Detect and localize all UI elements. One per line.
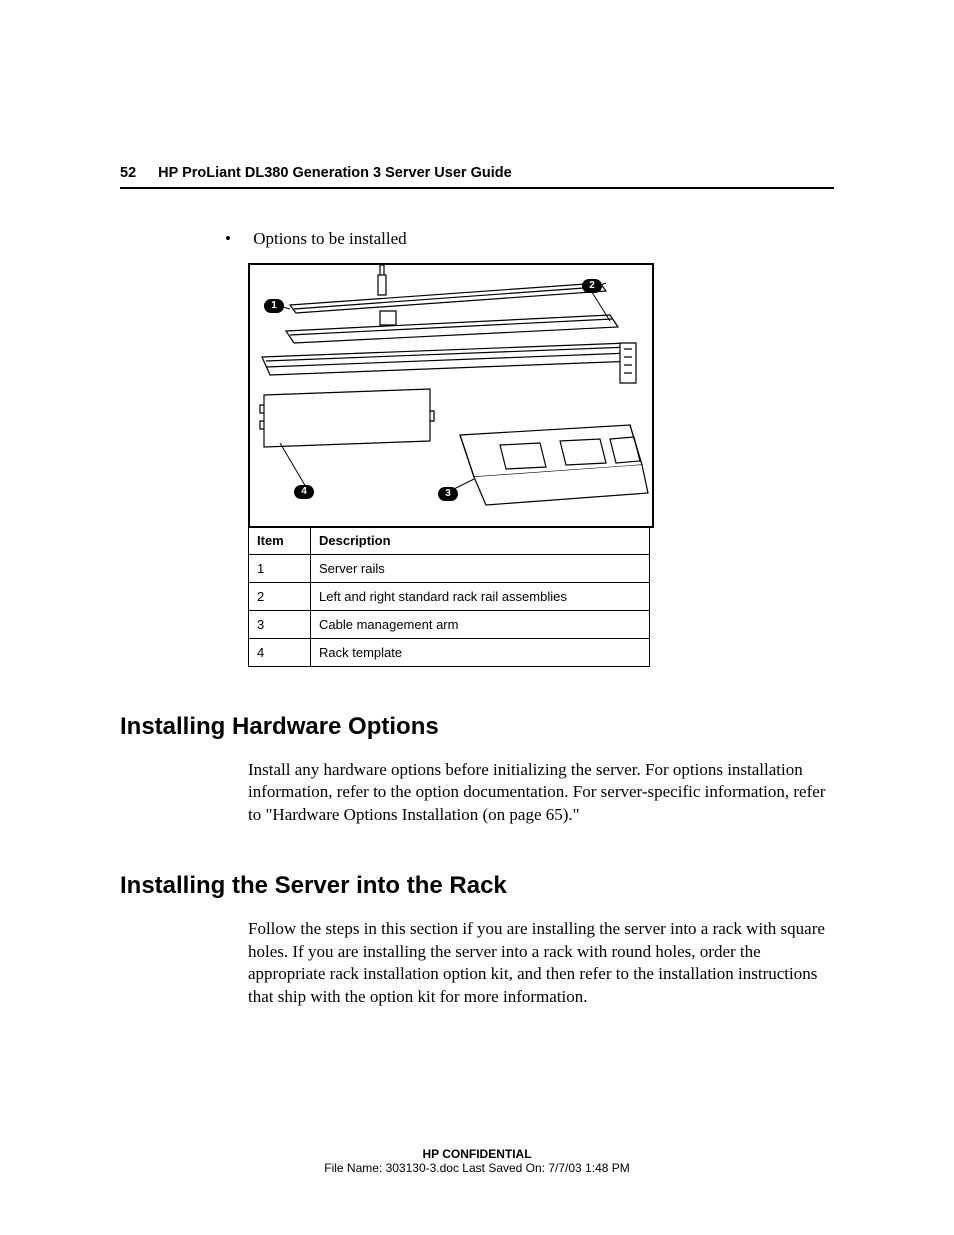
callout-4-icon: 4 bbox=[294, 485, 314, 499]
page-number: 52 bbox=[120, 165, 136, 181]
col-header-item: Item bbox=[249, 527, 311, 555]
callout-1-icon: 1 bbox=[264, 299, 284, 313]
cell-desc: Rack template bbox=[311, 639, 650, 667]
callout-3-icon: 3 bbox=[438, 487, 458, 501]
cell-desc: Left and right standard rack rail assemb… bbox=[311, 583, 650, 611]
page-header: 52 HP ProLiant DL380 Generation 3 Server… bbox=[120, 165, 834, 189]
callout-2-icon: 2 bbox=[582, 279, 602, 293]
table-row: 3 Cable management arm bbox=[249, 611, 650, 639]
section-para-installing-rack: Follow the steps in this section if you … bbox=[248, 918, 828, 1008]
section-heading-installing-hardware: Installing Hardware Options bbox=[120, 713, 834, 741]
col-header-desc: Description bbox=[311, 527, 650, 555]
cell-item: 1 bbox=[249, 555, 311, 583]
table-row: 2 Left and right standard rack rail asse… bbox=[249, 583, 650, 611]
cell-item: 3 bbox=[249, 611, 311, 639]
table-row: 1 Server rails bbox=[249, 555, 650, 583]
doc-title: HP ProLiant DL380 Generation 3 Server Us… bbox=[158, 165, 512, 181]
rack-hardware-figure: 1 2 3 4 bbox=[248, 263, 654, 528]
table-header-row: Item Description bbox=[249, 527, 650, 555]
cell-desc: Server rails bbox=[311, 555, 650, 583]
bullet-item: • Options to be installed bbox=[225, 229, 834, 249]
page: 52 HP ProLiant DL380 Generation 3 Server… bbox=[0, 0, 954, 1235]
cell-item: 2 bbox=[249, 583, 311, 611]
section-para-installing-hardware: Install any hardware options before init… bbox=[248, 759, 828, 826]
bullet-text: Options to be installed bbox=[253, 229, 406, 248]
bullet-dot-icon: • bbox=[225, 229, 231, 248]
table-row: 4 Rack template bbox=[249, 639, 650, 667]
footer-fileinfo: File Name: 303130-3.doc Last Saved On: 7… bbox=[0, 1161, 954, 1175]
page-footer: HP CONFIDENTIAL File Name: 303130-3.doc … bbox=[0, 1147, 954, 1175]
section-heading-installing-rack: Installing the Server into the Rack bbox=[120, 872, 834, 900]
parts-table: Item Description 1 Server rails 2 Left a… bbox=[248, 526, 650, 667]
cell-desc: Cable management arm bbox=[311, 611, 650, 639]
cell-item: 4 bbox=[249, 639, 311, 667]
footer-confidential: HP CONFIDENTIAL bbox=[0, 1147, 954, 1161]
